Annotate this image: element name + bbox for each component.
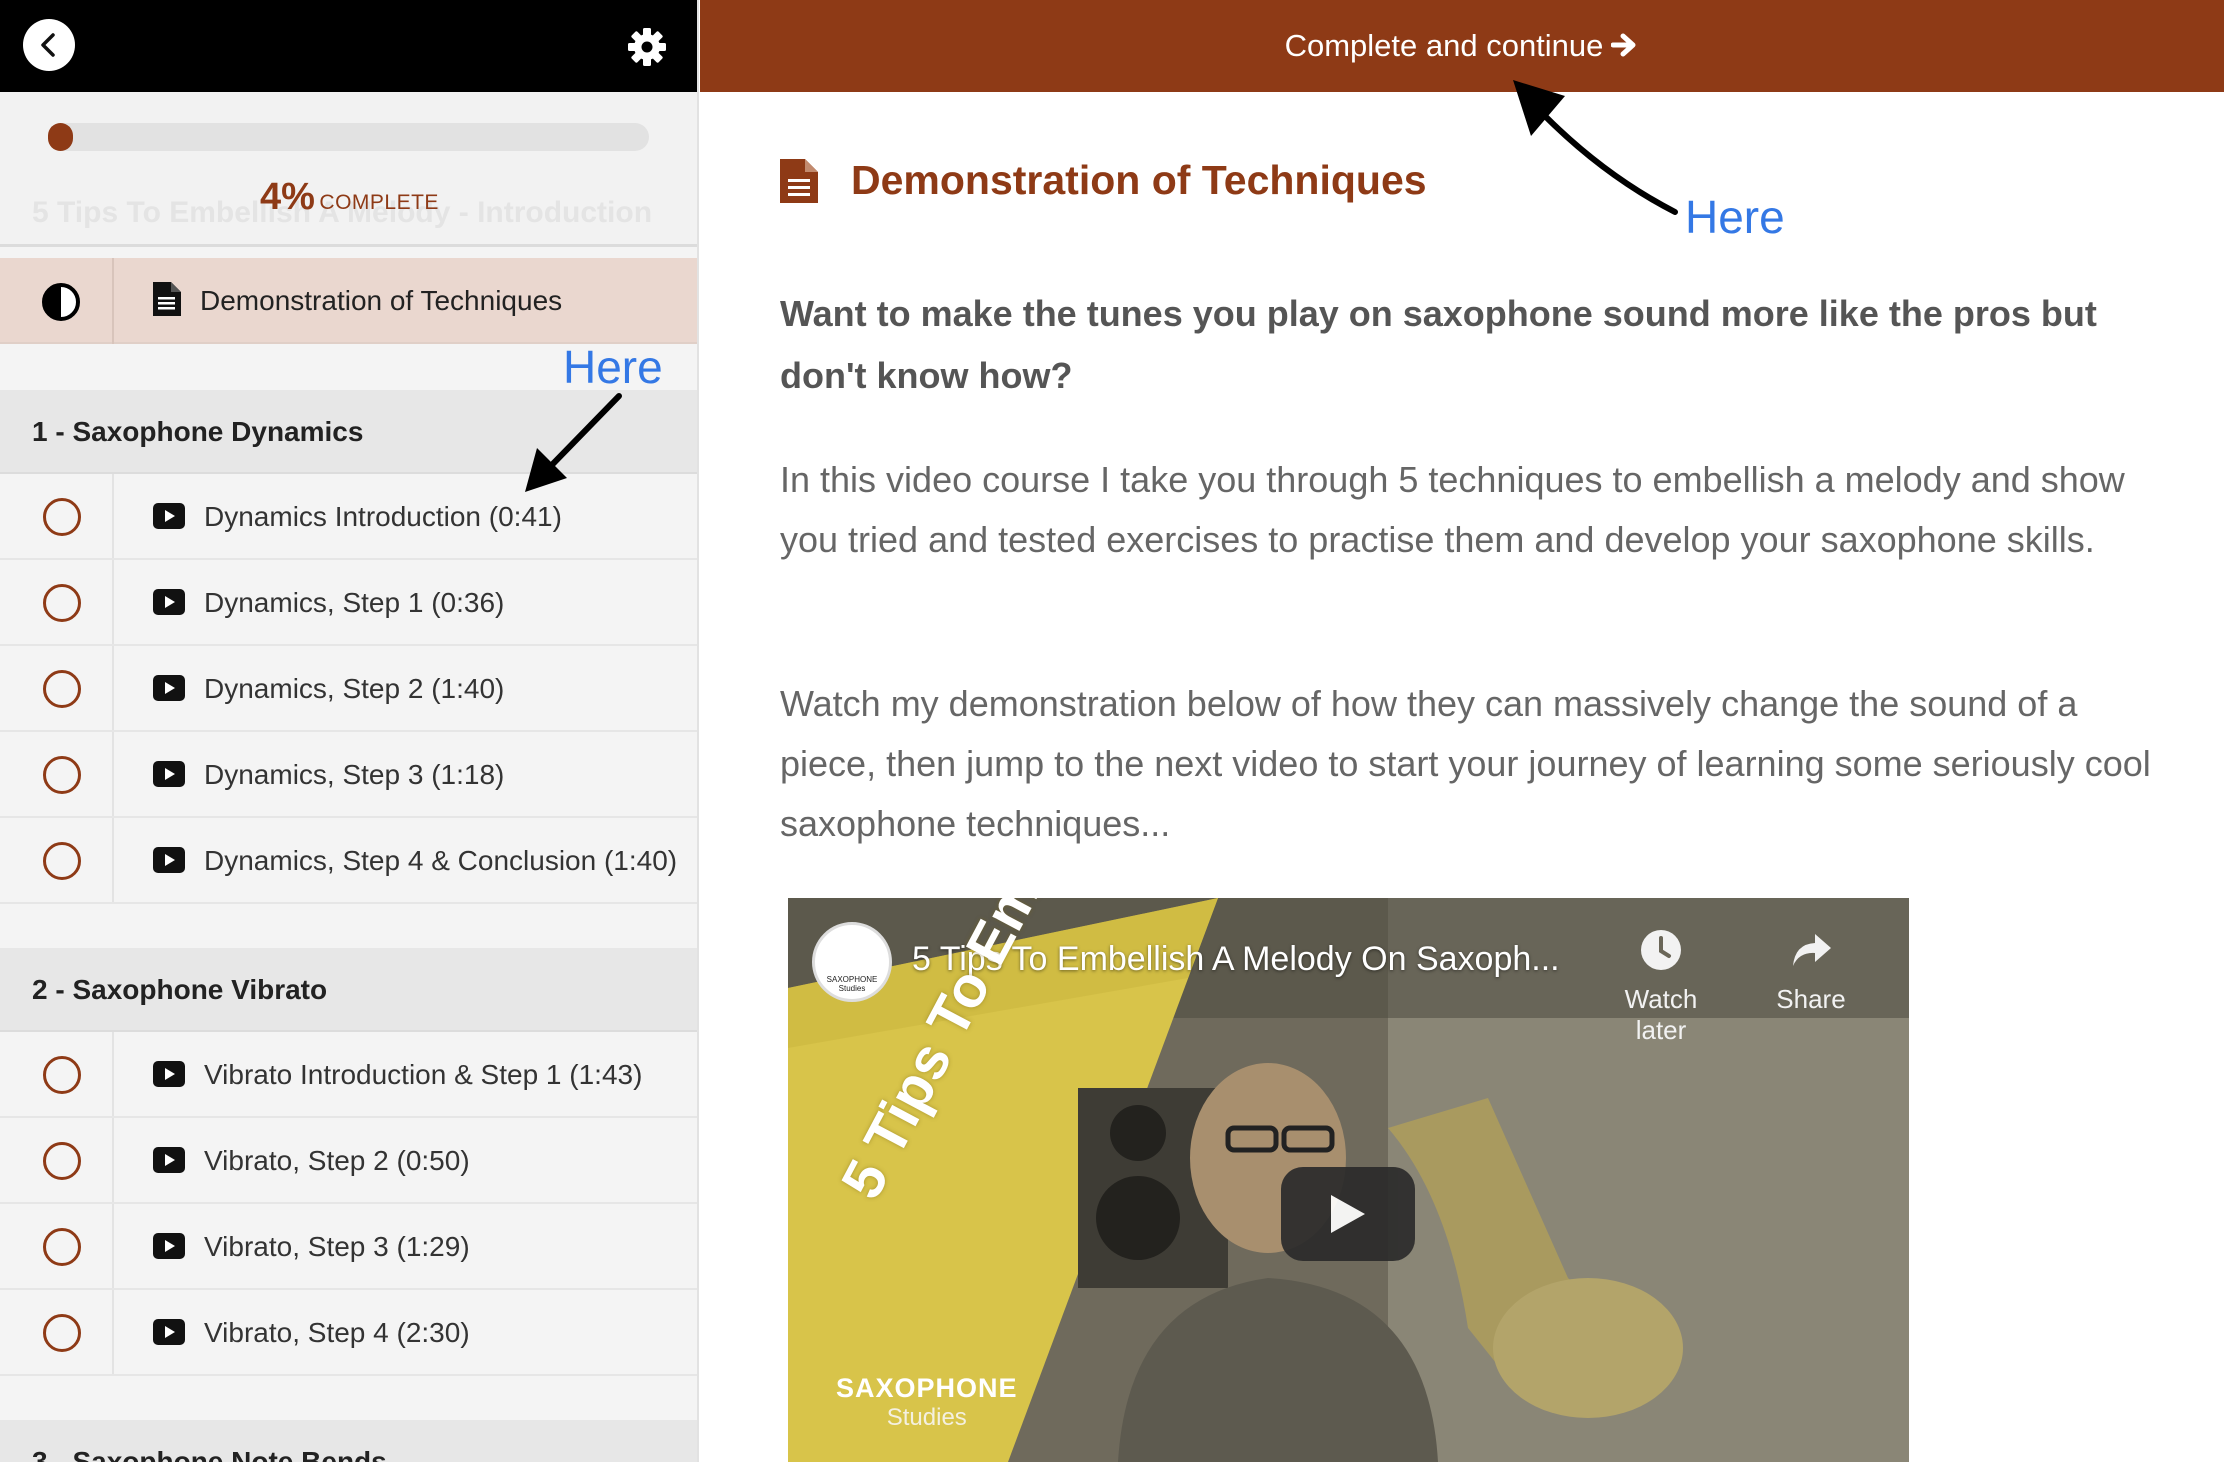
progress-percent: 4% [260,176,315,218]
lesson-status[interactable] [0,818,114,902]
progress-complete-label: COMPLETE [319,191,439,214]
current-lesson-label: Demonstration of Techniques [200,285,563,316]
complete-and-continue-button[interactable]: Complete and continue [700,0,2224,92]
description-paragraph: In this video course I take you through … [780,459,2125,560]
lesson-label: Dynamics Introduction (0:41) [204,501,562,532]
lesson-row[interactable]: Vibrato, Step 3 (1:29) [0,1204,697,1290]
clock-icon [1641,930,1681,970]
share-button[interactable]: Share [1766,928,1856,1015]
play-button[interactable] [1281,1167,1415,1261]
share-label: Share [1776,984,1846,1014]
watch-later-button[interactable]: Watch later [1606,928,1716,1046]
incomplete-circle-icon [43,670,81,708]
progress-text: 4% COMPLETE [0,176,697,219]
lesson-label: Vibrato Introduction & Step 1 (1:43) [204,1059,643,1090]
video-icon [153,847,185,873]
half-circle-icon [42,283,80,321]
incomplete-circle-icon [43,1228,81,1266]
top-bar: Complete and continue [700,0,2224,92]
incomplete-circle-icon [43,1314,81,1352]
document-icon [780,159,818,203]
lesson-label: Vibrato, Step 4 (2:30) [204,1317,470,1348]
lesson-row[interactable]: Dynamics, Step 2 (1:40) [0,646,697,732]
video-icon [153,675,185,701]
annotation-here-label: Here [1685,191,1785,243]
progress-bar [48,123,649,151]
annotation-arrow-icon [525,393,622,492]
lesson-row[interactable]: Vibrato Introduction & Step 1 (1:43) [0,1032,697,1118]
settings-button[interactable] [627,27,667,67]
lesson-label: Dynamics, Step 1 (0:36) [204,587,505,618]
chevron-left-icon [41,33,55,57]
lesson-status[interactable] [0,1118,114,1202]
play-icon [1331,1195,1365,1233]
gear-icon [628,28,666,66]
thumbnail-brand: SAXOPHONE Studies [836,1373,1018,1432]
lesson-status[interactable] [0,474,114,558]
video-icon [153,1147,185,1173]
annotation-here-label: Here [563,341,663,393]
lesson-status[interactable] [0,1032,114,1116]
lesson-status [0,258,114,344]
video-icon [153,503,185,529]
lesson-label: Dynamics, Step 3 (1:18) [204,759,505,790]
lesson-label: Vibrato, Step 2 (0:50) [204,1145,470,1176]
video-icon [153,1061,185,1087]
lecture-title: Demonstration of Techniques [851,157,1427,203]
intro-text: Want to make the tunes you play on saxop… [780,293,2097,396]
lesson-row[interactable]: Vibrato, Step 2 (0:50) [0,1118,697,1204]
video-icon [153,1233,185,1259]
progress-bar-fill [48,123,74,151]
channel-avatar-text: SAXOPHONE Studies [826,975,878,993]
thumbnail-brand-line1: SAXOPHONE [836,1373,1018,1403]
annotation-arrow-icon [1513,80,1678,215]
lesson-status[interactable] [0,1290,114,1374]
section-title: 1 - Saxophone Dynamics [32,416,364,447]
incomplete-circle-icon [43,756,81,794]
complete-and-continue-label: Complete and continue [1284,28,1604,63]
lesson-row[interactable]: Dynamics, Step 1 (0:36) [0,560,697,646]
section-title: 2 - Saxophone Vibrato [32,974,328,1005]
course-progress: 5 Tips To Embellish A Melody - Introduct… [0,92,697,247]
incomplete-circle-icon [43,1142,81,1180]
lesson-row[interactable]: Dynamics, Step 4 & Conclusion (1:40) [0,818,697,904]
incomplete-circle-icon [43,584,81,622]
lesson-status[interactable] [0,1204,114,1288]
watch-later-label: Watch later [1624,984,1698,1045]
video-player[interactable]: SAXOPHONE Studies 5 Tips To Embellish A … [788,898,1909,1462]
lesson-status[interactable] [0,646,114,730]
section-title: 3 - Saxophone Note Bends [32,1446,387,1462]
channel-avatar[interactable]: SAXOPHONE Studies [812,922,892,1002]
video-icon [153,1319,185,1345]
share-icon [1793,934,1831,966]
thumbnail-brand-line2: Studies [886,1404,967,1431]
incomplete-circle-icon [43,842,81,880]
course-sidebar: 5 Tips To Embellish A Melody - Introduct… [0,0,699,1462]
video-icon [153,589,185,615]
lesson-label: Vibrato, Step 3 (1:29) [204,1231,470,1262]
incomplete-circle-icon [43,1056,81,1094]
lesson-label: Dynamics, Step 4 & Conclusion (1:40) [204,845,678,876]
description-paragraph: Watch my demonstration below of how they… [780,683,2151,844]
lesson-row[interactable]: Dynamics, Step 3 (1:18) [0,732,697,818]
lesson-status[interactable] [0,732,114,816]
current-lesson-row[interactable]: Demonstration of Techniques [0,258,697,344]
lesson-label: Dynamics, Step 2 (1:40) [204,673,505,704]
sidebar-header [0,0,697,92]
section-header: 2 - Saxophone Vibrato [0,948,697,1032]
document-icon [153,282,181,316]
arrow-right-icon [1610,33,1636,57]
incomplete-circle-icon [43,498,81,536]
section-header: 3 - Saxophone Note Bends [0,1420,697,1462]
lesson-status[interactable] [0,560,114,644]
back-button[interactable] [23,19,75,71]
video-icon [153,761,185,787]
lesson-row[interactable]: Vibrato, Step 4 (2:30) [0,1290,697,1376]
